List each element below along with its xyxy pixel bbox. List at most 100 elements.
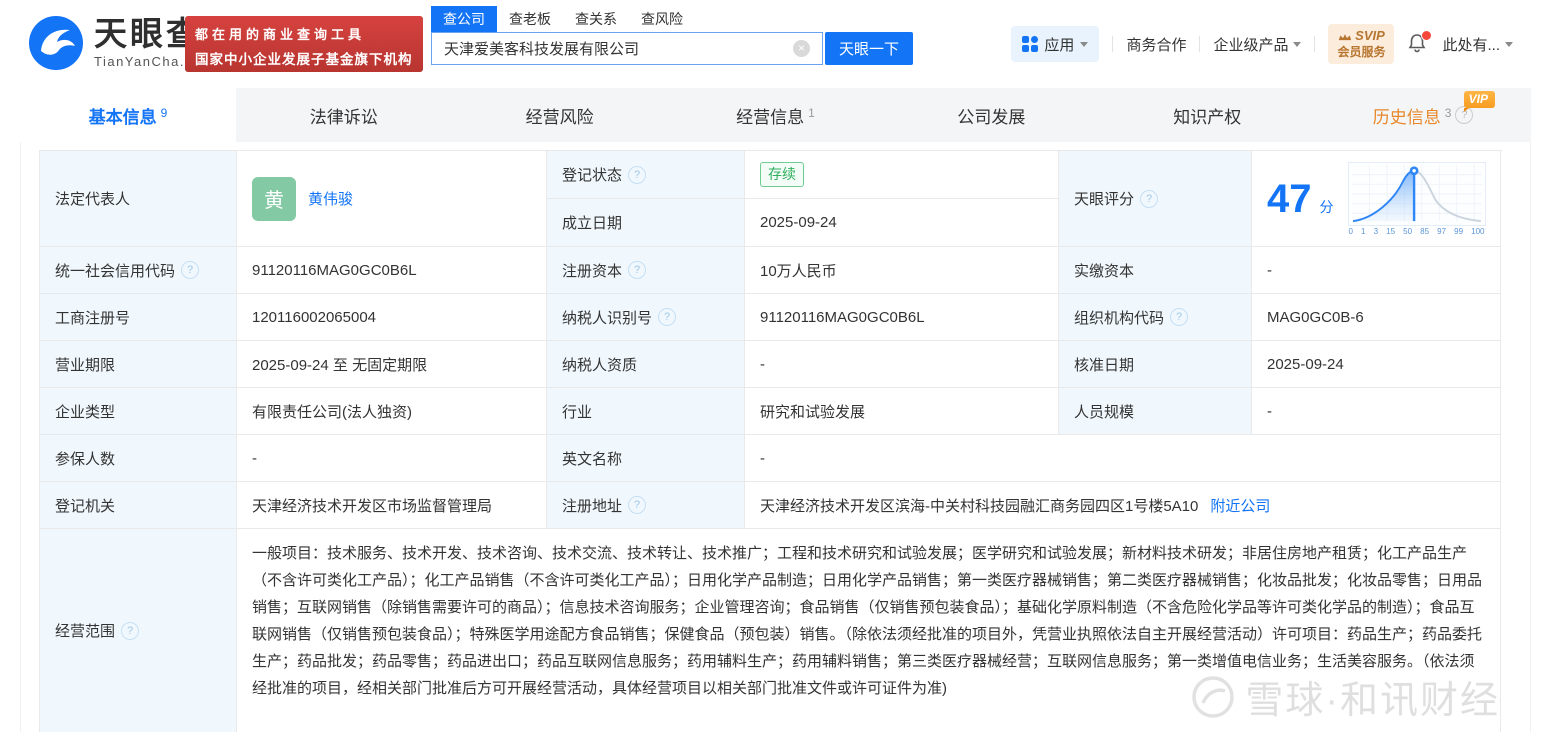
tab-count: 9 xyxy=(160,106,168,120)
field-value: 天津经济技术开发区市场监督管理局 xyxy=(252,497,493,515)
tab-label: 知识产权 xyxy=(1173,107,1242,127)
search-tab-risk[interactable]: 查风险 xyxy=(629,6,695,32)
nav-cooperation[interactable]: 商务合作 xyxy=(1126,34,1186,55)
search-area: 查公司 查老板 查关系 查风险 × 天眼一下 xyxy=(431,6,913,65)
score-label-cell: 天眼评分 ? xyxy=(1059,151,1252,247)
header: 天眼查 TianYanCha.com 都在用的商业查询工具 国家中小企业发展子基… xyxy=(0,0,1551,88)
tab-business-info[interactable]: 经营信息 1 xyxy=(668,88,884,142)
tab-count: 3 xyxy=(1444,106,1452,120)
field-value: - xyxy=(760,449,765,467)
field-value: 2025-09-24 xyxy=(760,214,837,231)
approval-date-label-cell: 核准日期 xyxy=(1059,341,1252,388)
business-scope-text: 一般项目：技术服务、技术开发、技术咨询、技术交流、技术转让、技术推广；工程和技术… xyxy=(252,545,1483,697)
reg-authority-value-cell: 天津经济技术开发区市场监督管理局 xyxy=(237,482,547,529)
bell-curve-chart xyxy=(1347,161,1486,226)
divider xyxy=(1199,36,1201,52)
field-value: 91120116MAG0GC0B6L xyxy=(760,308,925,326)
taxpayer-id-value-cell: 91120116MAG0GC0B6L xyxy=(745,294,1059,341)
avatar[interactable]: 黄 xyxy=(252,176,296,221)
staff-size-label-cell: 人员规模 xyxy=(1059,388,1252,435)
divider xyxy=(1314,36,1316,52)
field-label: 登记状态 xyxy=(562,167,623,184)
notification-bell-icon[interactable] xyxy=(1407,30,1433,56)
field-label: 人员规模 xyxy=(1074,403,1135,421)
tab-history-info[interactable]: VIP 历史信息 3 ? xyxy=(1315,88,1531,142)
basic-info-panel: 法定代表人 黄 黄伟骏 登记状态 ? 存续 成立日期 2025-09-24 天眼… xyxy=(20,142,1531,732)
field-label: 法定代表人 xyxy=(55,191,131,208)
tab-operation-risk[interactable]: 经营风险 xyxy=(452,88,668,142)
svip-sublabel: 会员服务 xyxy=(1337,44,1386,59)
help-icon[interactable]: ? xyxy=(628,496,647,514)
search-input[interactable] xyxy=(431,32,823,65)
help-icon[interactable]: ? xyxy=(1140,189,1159,208)
svip-label: SVIP xyxy=(1355,28,1385,44)
nav-more[interactable]: 此处有... xyxy=(1442,34,1513,55)
legal-rep-name-link[interactable]: 黄伟骏 xyxy=(308,188,353,209)
reg-authority-label-cell: 登记机关 xyxy=(40,482,237,529)
field-value: 天津经济技术开发区滨海-中关村科技园融汇商务园四区1号楼5A10 xyxy=(760,497,1199,515)
search-tab-relation[interactable]: 查关系 xyxy=(563,6,629,32)
company-info-table: 法定代表人 黄 黄伟骏 登记状态 ? 存续 成立日期 2025-09-24 天眼… xyxy=(39,150,1502,732)
reg-capital-label-cell: 注册资本 ? xyxy=(547,247,745,294)
org-code-value-cell: MAG0GC0B-6 xyxy=(1252,294,1501,341)
section-tabs: 基本信息 9 法律诉讼 经营风险 经营信息 1 公司发展 知识产权 VIP 历史… xyxy=(20,88,1531,142)
business-term-label-cell: 营业期限 xyxy=(40,341,237,388)
field-label: 天眼评分 xyxy=(1074,191,1135,208)
tab-intellectual-property[interactable]: 知识产权 xyxy=(1099,88,1315,142)
tab-legal-litigation[interactable]: 法律诉讼 xyxy=(236,88,452,142)
approval-date-value-cell: 2025-09-24 xyxy=(1252,341,1501,388)
business-term-value-cell: 2025-09-24 至 无固定期限 xyxy=(237,341,547,388)
help-icon[interactable]: ? xyxy=(658,308,677,326)
field-label: 企业类型 xyxy=(55,403,116,421)
crown-icon xyxy=(1338,33,1352,40)
help-icon[interactable]: ? xyxy=(181,261,200,279)
paid-capital-value-cell: - xyxy=(1252,247,1501,294)
top-nav: 应用 商务合作 企业级产品 SVIP 会员服务 此处有... xyxy=(1011,24,1513,64)
tab-count: 1 xyxy=(808,106,815,120)
nav-enterprise-label: 企业级产品 xyxy=(1213,36,1289,54)
apps-label: 应用 xyxy=(1044,36,1075,54)
status-badge: 存续 xyxy=(760,162,804,187)
page: 天眼查 TianYanCha.com 都在用的商业查询工具 国家中小企业发展子基… xyxy=(0,0,1551,732)
help-icon[interactable]: ? xyxy=(1170,308,1189,326)
field-label: 注册资本 xyxy=(562,262,623,280)
english-name-label-cell: 英文名称 xyxy=(547,435,745,482)
help-icon[interactable]: ? xyxy=(121,621,140,640)
chart-axis-ticks: 01 3 15 50 85 97 99 100 xyxy=(1348,226,1485,236)
search-tab-boss[interactable]: 查老板 xyxy=(497,6,563,32)
nearby-companies-link[interactable]: 附近公司 xyxy=(1210,495,1270,516)
app-grid-icon xyxy=(1022,36,1039,52)
chevron-down-icon xyxy=(1505,41,1513,47)
score-value-cell: 47 分 0 1 3 15 50 85 97 99 100 xyxy=(1252,151,1501,247)
reg-number-value-cell: 120116002065004 xyxy=(237,294,547,341)
field-label: 纳税人识别号 xyxy=(562,309,653,327)
org-code-label-cell: 组织机构代码 ? xyxy=(1059,294,1252,341)
staff-size-value-cell: - xyxy=(1252,388,1501,435)
help-icon[interactable]: ? xyxy=(628,165,647,184)
nav-enterprise[interactable]: 企业级产品 xyxy=(1213,34,1302,55)
field-label: 纳税人资质 xyxy=(562,356,638,374)
tab-label: 经营信息 xyxy=(736,107,805,127)
search-box: × 天眼一下 xyxy=(431,32,913,65)
search-button[interactable]: 天眼一下 xyxy=(825,32,913,65)
tianyancha-logo-icon xyxy=(29,16,83,70)
search-tab-company[interactable]: 查公司 xyxy=(431,6,497,32)
field-label: 营业期限 xyxy=(55,356,116,374)
svip-member-badge[interactable]: SVIP 会员服务 xyxy=(1328,24,1395,64)
field-value: 2025-09-24 xyxy=(1267,355,1344,373)
field-value: - xyxy=(252,449,257,467)
slogan-badge: 都在用的商业查询工具 国家中小企业发展子基金旗下机构 xyxy=(185,16,423,72)
tab-company-development[interactable]: 公司发展 xyxy=(883,88,1099,142)
company-type-label-cell: 企业类型 xyxy=(40,388,237,435)
field-label: 工商注册号 xyxy=(55,309,131,327)
english-name-value-cell: - xyxy=(745,435,1501,482)
slogan-line2: 国家中小企业发展子基金旗下机构 xyxy=(195,52,413,67)
field-label: 英文名称 xyxy=(562,450,623,468)
help-icon[interactable]: ? xyxy=(628,261,647,279)
field-value: - xyxy=(760,355,765,373)
apps-button[interactable]: 应用 xyxy=(1011,26,1100,62)
tab-basic-info[interactable]: 基本信息 9 xyxy=(20,88,236,142)
field-value: 2025-09-24 至 无固定期限 xyxy=(252,356,428,374)
taxpayer-id-label-cell: 纳税人识别号 ? xyxy=(547,294,745,341)
clear-icon[interactable]: × xyxy=(793,40,810,57)
